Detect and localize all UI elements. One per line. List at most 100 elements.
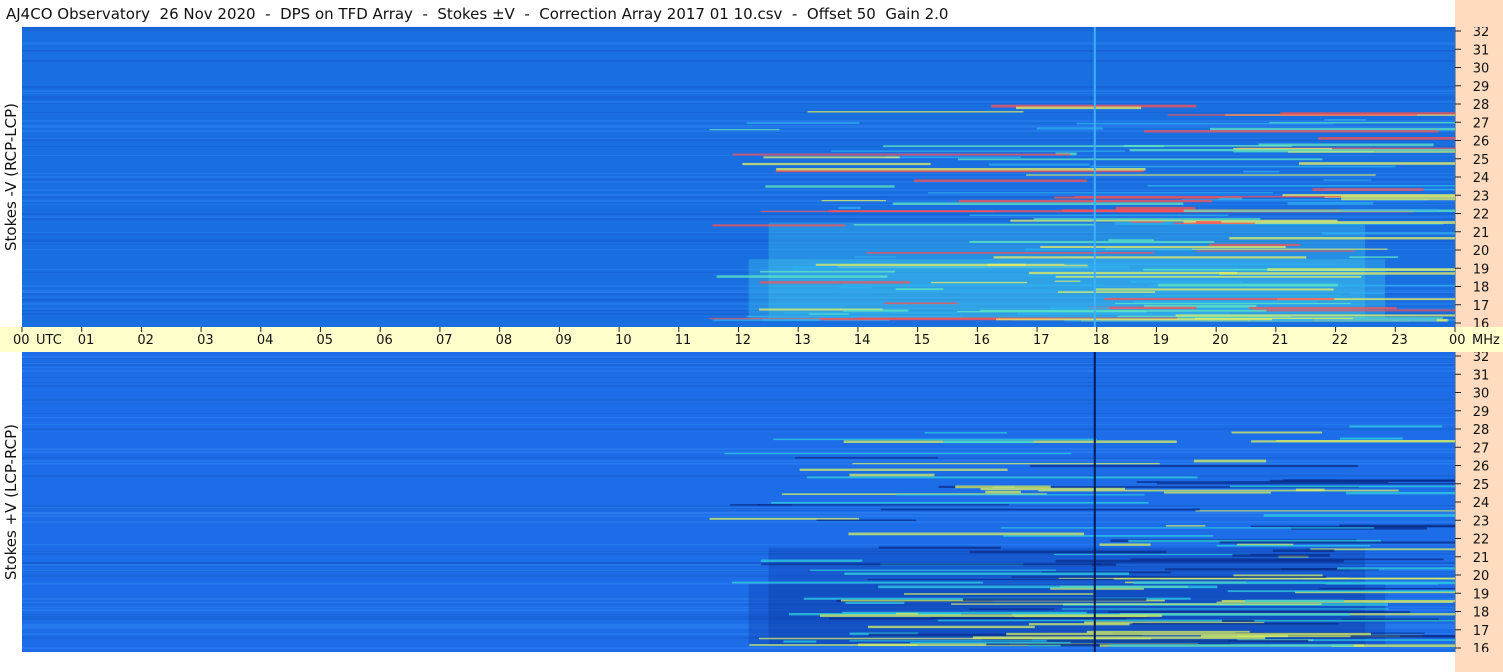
emission-streak [1248, 306, 1397, 310]
bottom-panel-ylabel: Stokes +V (LCP-RCP) [0, 352, 22, 652]
time-tick-label: 21 [1272, 333, 1289, 348]
frequency-tick-label: 17 [1473, 299, 1490, 314]
time-tick-label: 16 [973, 333, 990, 348]
emission-streak [1061, 608, 1389, 610]
emission-streak [1086, 630, 1250, 634]
noise-band [22, 475, 1455, 477]
noise-band [22, 101, 1455, 103]
emission-streak [819, 614, 1162, 617]
emission-streak [1144, 294, 1342, 297]
emission-streak [924, 432, 1007, 434]
frequency-axis-top-ticks: 32 31 30 29 28 27 26 25 24 23 22 21 20 19 18 17 16 [1454, 25, 1490, 332]
emission-streak [1147, 184, 1455, 187]
emission-streak [878, 546, 1001, 549]
emission-streak [1349, 425, 1443, 428]
emission-streak [1321, 232, 1455, 235]
page-title: AJ4CO Observatory 26 Nov 2020 - DPS on T… [6, 5, 949, 23]
emission-streak [867, 625, 1035, 629]
emission-streak [1337, 567, 1455, 570]
time-tick-label: 00 [13, 333, 30, 348]
time-tick-label: 09 [555, 333, 572, 348]
emission-streak [746, 122, 860, 124]
frequency-axis-bottom-ticks: 32 31 30 29 28 27 26 25 24 23 22 21 20 19 18 17 16 [1454, 350, 1490, 657]
frequency-axis-footer [1455, 652, 1503, 672]
emission-streak [937, 619, 1266, 622]
emission-streak [732, 581, 983, 584]
frequency-tick-label: 17 [1473, 624, 1490, 639]
time-tick-label: 14 [854, 333, 871, 348]
time-tick-label: 22 [1332, 333, 1349, 348]
emission-streak [1038, 489, 1399, 492]
emission-streak [838, 206, 861, 210]
emission-streak [1288, 151, 1455, 153]
emission-streak [1036, 127, 1104, 130]
emission-streak [1099, 543, 1151, 546]
emission-streak [1227, 590, 1455, 593]
noise-band [22, 216, 1455, 218]
spectrogram-top [22, 27, 1455, 327]
noise-band [22, 173, 1455, 174]
emission-streak [896, 494, 1145, 496]
time-tick-label: 03 [197, 333, 214, 348]
frequency-tick-label: 32 [1473, 27, 1490, 40]
emission-streak [969, 240, 1215, 243]
emission-streak [1016, 106, 1142, 110]
emission-streak [1325, 583, 1439, 585]
emission-streak [1254, 619, 1455, 622]
emission-streak [885, 156, 1021, 158]
emission-streak [841, 284, 1105, 286]
time-tick-label: 12 [735, 333, 752, 348]
noise-band [22, 417, 1455, 418]
emission-streak [746, 315, 963, 318]
emission-streak [843, 309, 909, 312]
emission-streak [895, 612, 918, 615]
noise-band [22, 194, 1455, 196]
emission-streak [1216, 545, 1371, 547]
time-tick-label: 11 [675, 333, 692, 348]
emission-streak [1108, 611, 1411, 613]
emission-streak [816, 519, 917, 522]
emission-streak [799, 468, 1008, 471]
time-tick-label: 04 [257, 333, 274, 348]
emission-streak [1076, 122, 1334, 125]
time-axis-unit: UTC [36, 333, 62, 348]
frequency-tick-label: 21 [1473, 226, 1490, 241]
emission-streak [1233, 574, 1323, 577]
emission-streak [1028, 623, 1130, 626]
time-tick-label: 08 [496, 333, 513, 348]
frequency-tick-label: 24 [1473, 171, 1490, 186]
emission-streak [1243, 170, 1280, 173]
noise-band [22, 448, 1455, 450]
emission-streak [761, 318, 820, 321]
frequency-tick-label: 25 [1473, 478, 1490, 493]
frequency-axis-bottom: 32 31 30 29 28 27 26 25 24 23 22 21 20 19 18 17 16 [1454, 350, 1503, 657]
emission-streak [892, 202, 1184, 206]
time-tick-label: 01 [78, 333, 95, 348]
noise-band [22, 451, 1455, 453]
emission-streak [910, 641, 1071, 644]
emission-streak [810, 569, 1056, 571]
emission-streak [757, 504, 1010, 506]
emission-streak [1229, 237, 1455, 240]
emission-streak [1229, 485, 1455, 488]
frequency-tick-label: 27 [1473, 116, 1490, 131]
bottom-panel-ylabel-text: Stokes +V (LCP-RCP) [2, 424, 20, 580]
emission-streak [957, 310, 1147, 313]
emission-streak [962, 598, 1147, 601]
time-tick-label: 15 [914, 333, 931, 348]
emission-streak [985, 490, 1021, 494]
bottom-margin [0, 652, 1455, 672]
frequency-tick-label: 30 [1473, 62, 1490, 77]
time-tick-label: 19 [1152, 333, 1169, 348]
time-tick-label: 18 [1093, 333, 1110, 348]
noise-band [22, 176, 1455, 178]
emission-streak [1350, 635, 1455, 638]
frequency-tick-label: 22 [1473, 533, 1490, 548]
emission-streak [960, 289, 1055, 292]
frequency-tick-label: 26 [1473, 135, 1490, 150]
emission-streak [1057, 291, 1156, 293]
emission-streak [848, 532, 1085, 536]
frequency-tick-label: 23 [1473, 189, 1490, 204]
emission-streak [1312, 188, 1424, 191]
noise-band [22, 370, 1455, 372]
